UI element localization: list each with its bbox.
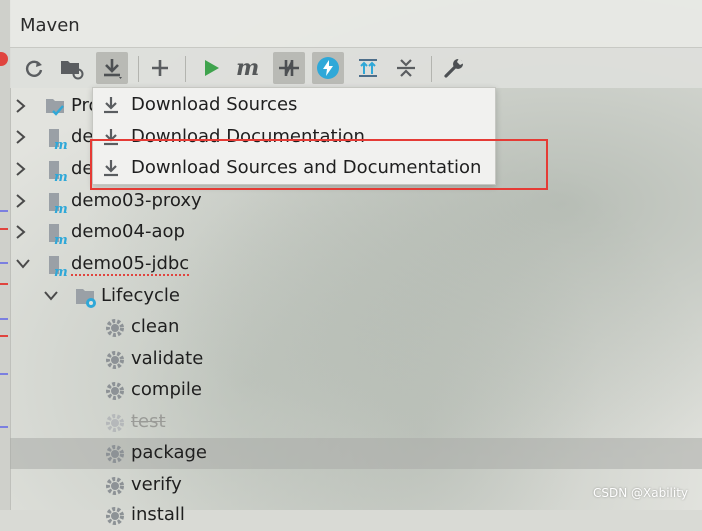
toolbar-separator — [185, 56, 186, 82]
gutter-marker — [0, 228, 8, 230]
add-icon — [152, 60, 168, 76]
goal-label: validate — [131, 348, 204, 369]
gutter-marker — [0, 210, 8, 212]
chevron-right-icon — [16, 162, 26, 176]
lifecycle-folder-icon — [76, 289, 96, 308]
gear-icon — [106, 351, 124, 369]
gear-icon — [106, 445, 124, 463]
svg-text:m: m — [236, 57, 259, 79]
svg-text:m: m — [54, 233, 68, 246]
chevron-down-icon — [44, 291, 58, 301]
skip-tests-icon — [317, 57, 339, 79]
run-icon — [205, 60, 219, 76]
maven-module-icon: m — [49, 193, 68, 215]
chevron-right-icon — [16, 130, 26, 144]
goal-label: verify — [131, 474, 182, 495]
menu-item-label: Download Sources — [131, 94, 298, 115]
maven-goal-icon: m — [236, 57, 259, 79]
add-project-button[interactable] — [144, 52, 176, 84]
collapse-all-button[interactable] — [390, 52, 422, 84]
svg-text:m: m — [54, 170, 68, 183]
watermark: CSDN @Xability — [592, 486, 688, 500]
tool-window-header — [10, 0, 702, 48]
gutter-marker — [0, 335, 8, 337]
toolbar-separator — [138, 56, 139, 82]
goal-label: clean — [131, 316, 180, 337]
run-button[interactable] — [195, 52, 227, 84]
menu-item-download-sources[interactable]: Download Sources — [93, 89, 495, 121]
generate-sources-icon — [61, 61, 84, 80]
toggle-offline-button[interactable] — [273, 52, 305, 84]
gutter-marker — [0, 283, 8, 285]
gear-icon — [106, 507, 124, 525]
gutter-marker — [0, 426, 8, 428]
execute-goal-button[interactable]: m — [233, 52, 265, 84]
svg-text:m: m — [54, 138, 68, 151]
tree-item-label: Lifecycle — [101, 285, 180, 306]
lifecycle-goal-skipped[interactable]: test — [10, 407, 702, 438]
skip-tests-button[interactable] — [312, 52, 344, 84]
tool-window-title: Maven — [20, 15, 80, 36]
tree-item-lifecycle[interactable]: Lifecycle — [10, 281, 702, 312]
gear-icon — [106, 414, 124, 432]
chevron-right-icon — [16, 225, 26, 239]
profiles-folder-icon — [46, 99, 64, 116]
download-icon — [104, 59, 122, 79]
gutter-marker — [0, 373, 8, 375]
chevron-right-icon — [16, 194, 26, 208]
svg-text:m: m — [54, 202, 68, 215]
annotation-highlight-box — [90, 139, 548, 190]
maven-module-icon: m — [49, 256, 68, 278]
show-dependencies-button[interactable] — [352, 52, 384, 84]
reload-button[interactable] — [18, 52, 50, 84]
goal-label: package — [131, 442, 207, 463]
lifecycle-goal[interactable]: compile — [10, 375, 702, 406]
maven-settings-button[interactable] — [438, 52, 470, 84]
tree-item-label: demo04-aop — [71, 221, 185, 242]
show-dependencies-icon — [359, 59, 377, 77]
tree-item-label: demo03-proxy — [71, 190, 202, 211]
maven-module-icon: m — [49, 224, 68, 246]
gear-icon — [106, 477, 124, 495]
download-sources-button[interactable] — [96, 52, 128, 84]
lifecycle-goal[interactable]: package — [10, 438, 702, 469]
goal-label: test — [131, 411, 166, 432]
lifecycle-goal[interactable]: install — [10, 500, 702, 531]
gutter-marker — [0, 318, 8, 320]
maven-module-icon: m — [49, 129, 68, 151]
tree-item-label: demo05-jdbc — [71, 253, 190, 276]
toolbar-separator — [431, 56, 432, 82]
settings-wrench-icon — [444, 58, 464, 78]
chevron-right-icon — [16, 99, 26, 113]
reload-icon — [25, 60, 43, 77]
tree-item-project[interactable]: m demo05-jdbc — [10, 249, 702, 280]
download-icon — [104, 97, 118, 114]
gutter-marker — [0, 262, 8, 264]
gear-icon — [106, 319, 124, 337]
goal-label: compile — [131, 379, 202, 400]
maven-module-icon: m — [49, 161, 68, 183]
lifecycle-goal[interactable]: validate — [10, 344, 702, 375]
collapse-all-icon — [397, 59, 415, 77]
tree-item-project[interactable]: m demo03-proxy — [10, 186, 702, 217]
chevron-down-icon — [16, 259, 30, 269]
tree-item-project[interactable]: m demo04-aop — [10, 217, 702, 248]
gear-icon — [106, 382, 124, 400]
lifecycle-goal[interactable]: clean — [10, 312, 702, 343]
toggle-offline-icon — [279, 60, 299, 76]
generate-sources-button[interactable] — [56, 52, 88, 84]
svg-text:m: m — [54, 265, 68, 278]
goal-label: install — [131, 504, 185, 525]
